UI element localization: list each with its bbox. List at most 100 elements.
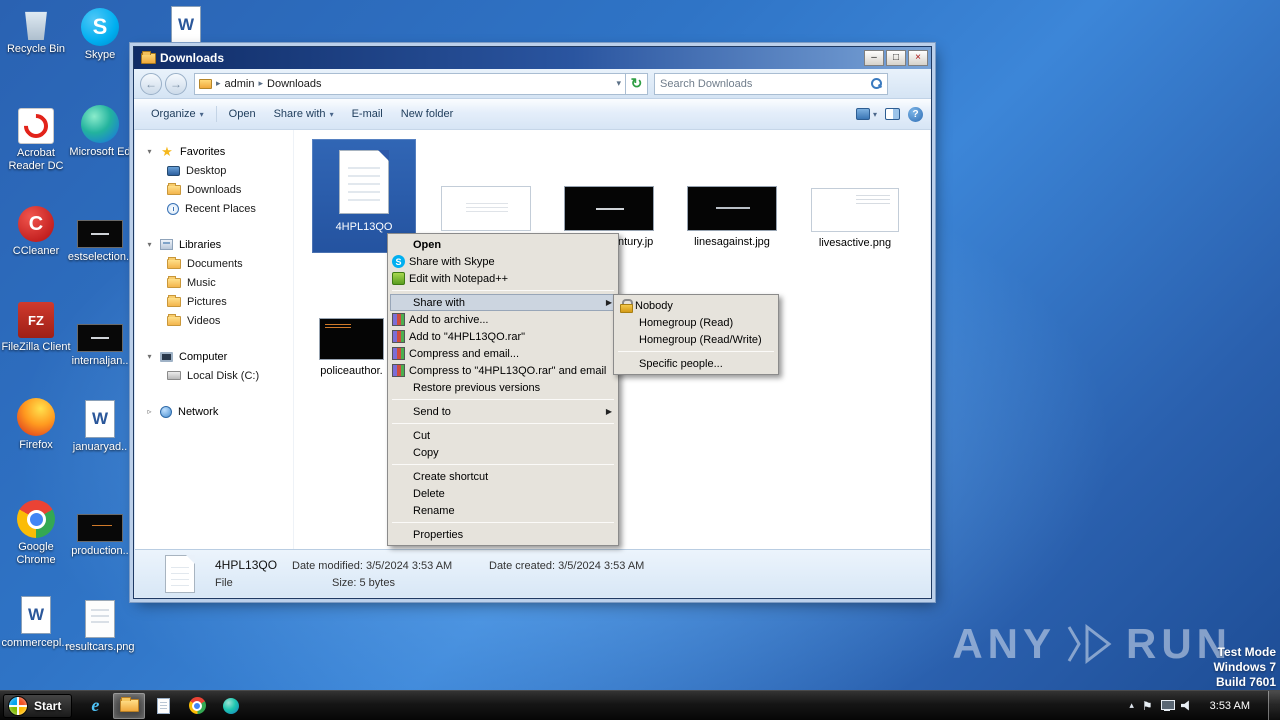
sidebar-item-pictures[interactable]: Pictures [135, 292, 293, 311]
sidebar-item-local-disk-c[interactable]: Local Disk (C:) [135, 366, 293, 385]
address-dropdown-icon[interactable]: ▾ [616, 78, 621, 89]
context-menu-item-compress-and-email[interactable]: Compress and email... [390, 345, 616, 362]
forward-button[interactable]: → [165, 72, 187, 95]
search-input[interactable] [660, 77, 871, 90]
window-title: Downloads [160, 51, 225, 65]
toolbar-new-folder[interactable]: New folder [392, 103, 463, 125]
context-menu-item-open[interactable]: Open [390, 236, 616, 253]
desktop-icon-label: januaryad.. [72, 441, 128, 453]
context-menu-item-compress-to-4hpl13qo-rar-and-email[interactable]: Compress to "4HPL13QO.rar" and email [390, 362, 616, 379]
context-menu-item-properties[interactable]: Properties [390, 526, 616, 543]
sidebar-item-videos[interactable]: Videos [135, 311, 293, 330]
sidebar-group-header-libraries[interactable]: ▾ Libraries [135, 235, 293, 254]
share-submenu-item-homegroup-read-write[interactable]: Homegroup (Read/Write) [616, 331, 776, 348]
context-menu-item-edit-with-notepad[interactable]: Edit with Notepad++ [390, 270, 616, 287]
context-menu-item-share-with[interactable]: Share with ▶ [390, 294, 616, 311]
desktop-icon-ccleaner[interactable]: CCleaner [0, 206, 72, 258]
context-menu-item-create-shortcut[interactable]: Create shortcut [390, 468, 616, 485]
desktop-icon-label: production.. [71, 545, 129, 557]
context-menu-item-restore-previous-versions[interactable]: Restore previous versions [390, 379, 616, 396]
close-button[interactable]: × [908, 50, 928, 66]
file-item-linesagainst-jpg[interactable]: linesagainst.jpg [687, 186, 777, 248]
change-view-button[interactable]: ▾ [855, 108, 877, 120]
desktop-icon-acrobat[interactable]: Acrobat Reader DC [0, 108, 72, 173]
share-submenu-item-specific-people[interactable]: Specific people... [616, 355, 776, 372]
start-button[interactable]: Start [3, 693, 73, 718]
help-button[interactable]: ? [908, 106, 923, 122]
desktop-icon-chrome[interactable]: Google Chrome [0, 500, 72, 567]
minimize-button[interactable]: – [864, 50, 884, 66]
desktop-icon-edge[interactable]: Microsoft Ed [64, 105, 136, 159]
taskbar-icon-ie[interactable] [79, 693, 111, 719]
action-center-icon[interactable]: ⚑ [1142, 699, 1153, 713]
context-menu-item-copy[interactable]: Copy [390, 444, 616, 461]
toolbar-e-mail[interactable]: E-mail [343, 103, 392, 125]
share-submenu-item-homegroup-read[interactable]: Homegroup (Read) [616, 314, 776, 331]
sidebar-group-header-computer[interactable]: ▾ Computer [135, 347, 293, 366]
search-box[interactable] [654, 72, 888, 95]
sidebar-item-label: Documents [187, 257, 243, 270]
sidebar-group-label: Favorites [180, 145, 226, 158]
sidebar-item-documents[interactable]: Documents [135, 254, 293, 273]
context-menu-item-cut[interactable]: Cut [390, 427, 616, 444]
blank-icon [392, 238, 409, 251]
desktop-icon-word-doc[interactable] [150, 6, 222, 44]
toolbar-organize[interactable]: Organize ▾ [142, 103, 213, 125]
desktop-icon [167, 165, 180, 176]
taskbar-icon-notepad[interactable] [147, 693, 179, 719]
address-segment-folder[interactable]: Downloads [267, 78, 321, 90]
sidebar-item-downloads[interactable]: Downloads [135, 180, 293, 199]
desktop-icon-commercepl[interactable]: commercepl... [0, 596, 72, 650]
file-item-thumb-1[interactable] [441, 186, 531, 231]
back-button[interactable]: ← [140, 72, 162, 95]
taskbar-icon-explorer[interactable] [113, 692, 146, 719]
desktop-icon-internaljan[interactable]: internaljan.. [64, 324, 136, 368]
toolbar-share-with[interactable]: Share with ▾ [265, 103, 343, 125]
file-item-policeauthor[interactable]: policeauthor. [319, 318, 384, 377]
share-submenu-item-nobody[interactable]: Nobody [616, 297, 776, 314]
address-bar[interactable]: ▸ admin ▸ Downloads ▾ [194, 72, 626, 95]
taskbar-clock[interactable]: 3:53 AM [1200, 700, 1260, 712]
context-menu-item-add-to-archive[interactable]: Add to archive... [390, 311, 616, 328]
network-icon[interactable] [1160, 700, 1175, 711]
search-icon[interactable] [871, 78, 882, 89]
desktop-icon-label: Recycle Bin [6, 43, 66, 55]
context-menu-item-rename[interactable]: Rename [390, 502, 616, 519]
file-item-livesactive-png[interactable]: livesactive.png [811, 188, 899, 249]
context-menu-item-add-to-4hpl13qo-rar[interactable]: Add to "4HPL13QO.rar" [390, 328, 616, 345]
toolbar-label: Share with [273, 108, 326, 120]
sidebar-item-desktop[interactable]: Desktop [135, 161, 293, 180]
tray-expand-icon[interactable]: ▴ [1129, 700, 1134, 711]
submenu-arrow-icon: ▶ [605, 298, 612, 307]
preview-pane-button[interactable] [885, 108, 900, 120]
desktop-icon-firefox[interactable]: Firefox [0, 398, 72, 452]
desktop-icon-januaryad[interactable]: januaryad.. [64, 400, 136, 454]
desktop-icon-estselection[interactable]: estselection.. [64, 220, 136, 264]
test-mode-info: Test Mode Windows 7 Build 7601 [1213, 645, 1276, 690]
taskbar-icon-chrome[interactable] [181, 693, 213, 719]
volume-icon[interactable] [1180, 700, 1189, 711]
desktop-icon-recycle-bin[interactable]: Recycle Bin [0, 8, 72, 56]
desktop-icon-skype[interactable]: Skype [64, 8, 136, 62]
desktop-icon-production[interactable]: production.. [64, 514, 136, 558]
taskbar-icon-edge[interactable] [215, 693, 247, 719]
views-icon [855, 108, 870, 120]
sidebar-group-header-favorites[interactable]: ▾ Favorites [135, 142, 293, 161]
desktop-icon-filezilla[interactable]: FileZilla Client [0, 302, 72, 354]
desktop-icon-label: CCleaner [12, 245, 60, 257]
desktop-icon-resultcars[interactable]: resultcars.png [64, 600, 136, 654]
context-menu-item-share-with-skype[interactable]: Share with Skype [390, 253, 616, 270]
address-segment-user[interactable]: admin [225, 78, 255, 90]
sidebar-item-music[interactable]: Music [135, 273, 293, 292]
details-file-name: 4HPL13QO [215, 558, 278, 572]
acrobat-icon [18, 108, 54, 144]
context-menu-item-send-to[interactable]: Send to ▶ [390, 403, 616, 420]
show-desktop-button[interactable] [1268, 691, 1280, 720]
sidebar-group-header-network[interactable]: ▹ Network [135, 402, 293, 421]
maximize-button[interactable]: □ [886, 50, 906, 66]
title-bar[interactable]: Downloads – □ × [134, 47, 931, 69]
refresh-button[interactable]: ↻ [626, 72, 648, 95]
toolbar-open[interactable]: Open [220, 103, 265, 125]
sidebar-item-recent-places[interactable]: Recent Places [135, 199, 293, 218]
context-menu-item-delete[interactable]: Delete [390, 485, 616, 502]
